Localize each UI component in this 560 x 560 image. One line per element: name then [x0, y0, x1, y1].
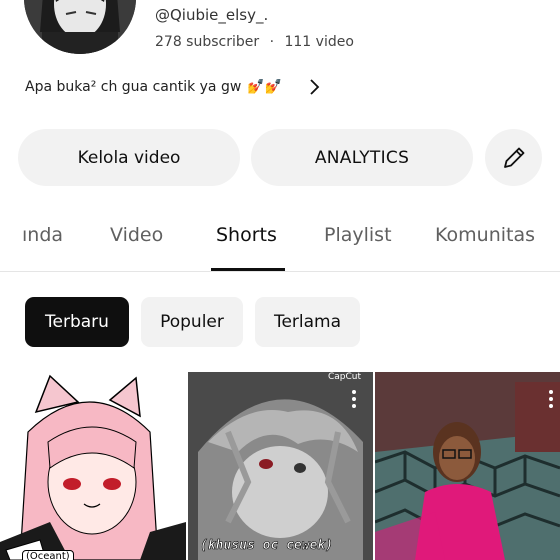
- tab-video[interactable]: Video: [110, 224, 163, 246]
- short-3-image: [375, 372, 560, 560]
- chevron-right-icon[interactable]: [306, 76, 322, 98]
- short-2-capcut-badge: CapCut: [328, 372, 362, 382]
- short-thumbnail-3[interactable]: [375, 372, 560, 560]
- manage-videos-button[interactable]: Kelola video: [18, 129, 240, 186]
- edit-channel-button[interactable]: [485, 129, 542, 186]
- filter-chip-newest[interactable]: Terbaru: [25, 297, 129, 347]
- tab-playlist[interactable]: Playlist: [324, 224, 392, 246]
- channel-stats: 278 subscriber · 111 video: [155, 34, 354, 50]
- short-2-overlay: (khusus oc cewek): [200, 538, 334, 554]
- short-thumbnail-1[interactable]: (Oceant): [0, 372, 186, 560]
- channel-bio[interactable]: Apa buka² ch gua cantik ya gw 💅💅: [25, 76, 282, 98]
- channel-avatar[interactable]: [24, 0, 136, 54]
- filter-chip-oldest[interactable]: Terlama: [255, 297, 360, 347]
- short-1-image: [0, 372, 186, 560]
- tab-shorts[interactable]: Shorts: [216, 224, 277, 246]
- filter-chip-popular[interactable]: Populer: [141, 297, 243, 347]
- short-thumbnail-2[interactable]: CapCut (khusus oc cewek): [188, 372, 373, 560]
- subscriber-count: 278 subscriber: [155, 34, 260, 50]
- channel-handle: @Qiubie_elsy_.: [155, 6, 269, 24]
- analytics-button[interactable]: ANALYTICS: [251, 129, 473, 186]
- active-tab-indicator: [211, 268, 285, 271]
- bio-text: Apa buka² ch gua cantik ya gw: [25, 79, 242, 95]
- tab-komunitas[interactable]: Komunitas: [435, 224, 535, 246]
- video-count: 111 video: [284, 34, 354, 50]
- channel-tabs: ında Video Shorts Playlist Komunitas: [0, 212, 560, 272]
- stats-separator: ·: [269, 34, 275, 50]
- more-options-icon[interactable]: [543, 388, 559, 410]
- more-options-icon[interactable]: [346, 388, 362, 410]
- bio-emoji: 💅💅: [247, 79, 283, 95]
- short-1-overlay: (Oceant): [22, 550, 74, 560]
- pencil-icon: [503, 147, 524, 168]
- tab-home[interactable]: ında: [22, 224, 63, 246]
